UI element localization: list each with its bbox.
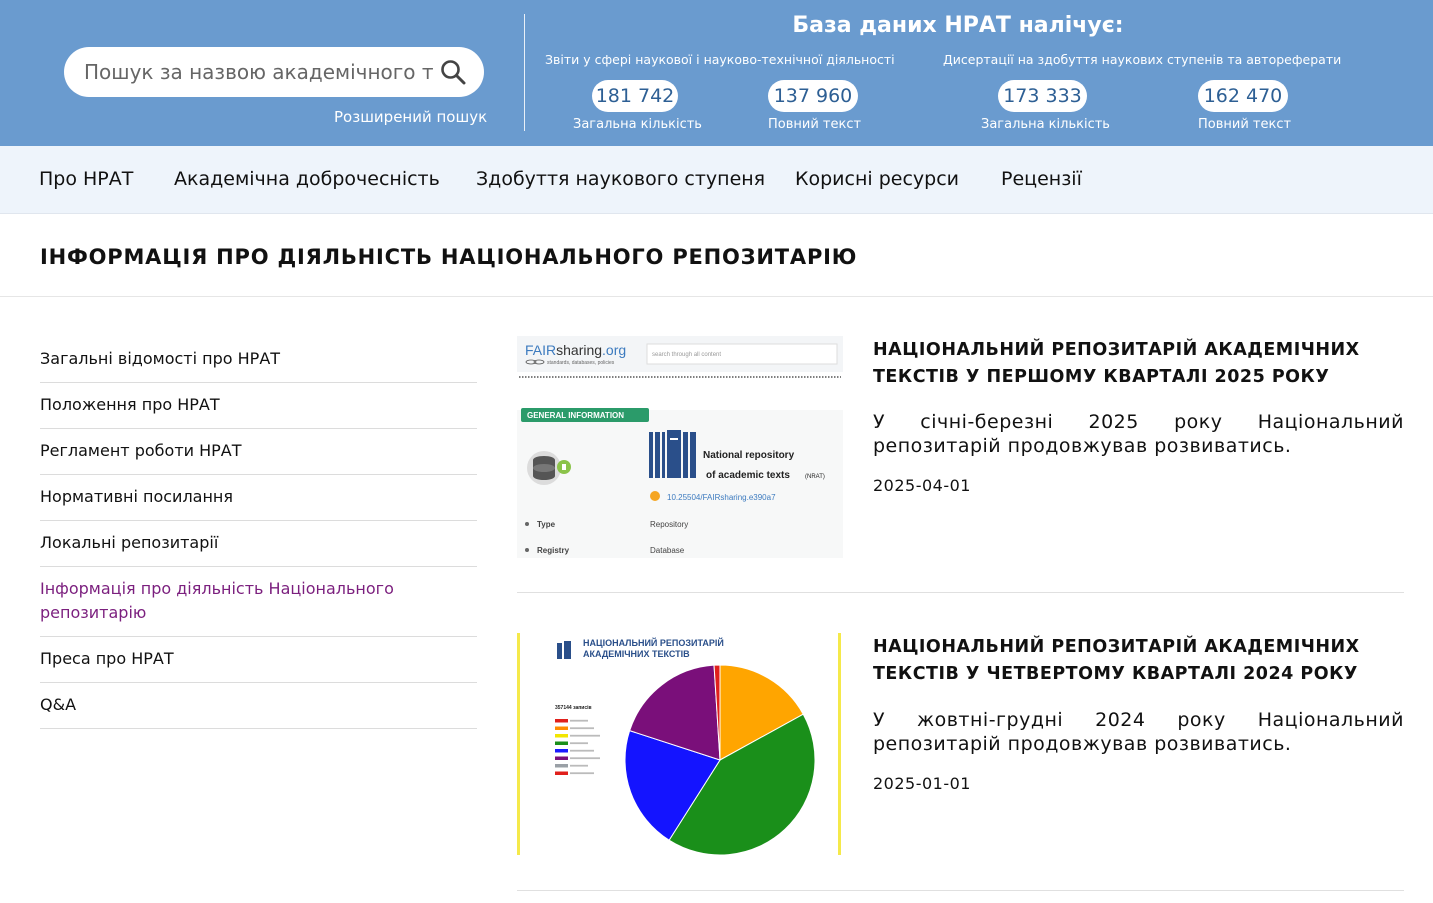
reports-total-caption: Загальна кількість [573,117,702,132]
legend-label-7 [570,772,594,775]
article-2-title[interactable]: НАЦІОНАЛЬНИЙ РЕПОЗИТАРІЙ АКАДЕМІЧНИХ ТЕК… [873,634,1404,688]
article-1-description: У січні-березні 2025 року Національний р… [873,411,1404,457]
legend-swatch-3 [555,741,568,745]
reports-fulltext-caption: Повний текст [768,117,862,132]
reports-total-count[interactable]: 181 742 [592,80,678,112]
legend-swatch-5 [555,756,568,760]
legend-label-5 [570,757,600,760]
fair-search-placeholder: search through all content [652,352,721,358]
title-divider [0,296,1433,297]
legend-label-3 [570,742,588,745]
logo-line2: АКАДЕМІЧНИХ ТЕКСТІВ [583,649,690,659]
sidebar-item-general-info[interactable]: Загальні відомості про НРАТ [40,337,477,383]
search-icon[interactable] [440,59,466,85]
page-title: ІНФОРМАЦІЯ ПРО ДІЯЛЬНІСТЬ НАЦІОНАЛЬНОГО … [40,245,858,269]
repo-abbr: (NRAT) [805,474,825,480]
legend-label-2 [570,734,600,737]
legend-label-4 [570,749,594,752]
legend-label-1 [570,727,594,730]
registry-value: Database [650,546,685,555]
sidebar-item-work-rules[interactable]: Регламент роботи НРАТ [40,429,477,475]
advanced-search-link[interactable]: Розширений пошук [334,108,487,126]
sidebar-item-press[interactable]: Преса про НРАТ [40,637,477,683]
records-pie-chart: НАЦІОНАЛЬНИЙ РЕПОЗИТАРІЙ АКАДЕМІЧНИХ ТЕК… [517,633,843,855]
logo-line1: НАЦІОНАЛЬНИЙ РЕПОЗИТАРІЙ [583,637,724,648]
sidebar-item-qa[interactable]: Q&A [40,683,477,729]
general-info-badge: GENERAL INFORMATION [527,411,624,420]
nav-reviews[interactable]: Рецензії [1001,168,1082,190]
nav-about[interactable]: Про НРАТ [39,168,133,190]
article-2-date: 2025-01-01 [873,774,971,793]
sidebar-item-repository-activity[interactable]: Інформація про діяльність Національного … [40,567,477,637]
sidebar-item-regulations[interactable]: Положення про НРАТ [40,383,477,429]
article-1-date: 2025-04-01 [873,476,971,495]
sidebar-item-local-repositories[interactable]: Локальні репозитарії [40,521,477,567]
sidebar-item-normative-links[interactable]: Нормативні посилання [40,475,477,521]
db-title: База даних НРАТ налічує: [792,13,1124,38]
article-1-image[interactable]: FAIRsharing.org standards, databases, po… [517,336,843,558]
dissertations-group-title: Дисертації на здобуття наукових ступенів… [943,52,1342,67]
legend-total: 357144 записів [555,705,592,711]
legend-label-0 [570,719,588,722]
reports-group-title: Звіти у сфері наукової і науково-технічн… [545,52,895,67]
nav-academic-integrity[interactable]: Академічна доброчесність [174,168,440,190]
sidebar-menu: Загальні відомості про НРАТ Положення пр… [40,337,477,729]
type-value: Repository [650,520,688,529]
main-nav: Про НРАТ Академічна доброчесність Здобут… [0,146,1433,214]
legend-label-6 [570,764,588,767]
nav-degree[interactable]: Здобуття наукового ступеня [476,168,765,190]
dissertations-total-caption: Загальна кількість [981,117,1110,132]
repo-name-line2: of academic texts [706,470,790,481]
fair-tagline: standards, databases, policies [547,360,615,366]
pie-slices [624,664,816,855]
dissertations-fulltext-count[interactable]: 162 470 [1198,80,1288,112]
reports-fulltext-count[interactable]: 137 960 [768,80,858,112]
nav-resources[interactable]: Корисні ресурси [795,168,959,190]
search-box[interactable] [64,47,484,97]
site-header: Розширений пошук База даних НРАТ налічує… [0,0,1433,146]
legend-swatch-4 [555,749,568,753]
legend-swatch-2 [555,734,568,738]
type-label: Type [537,520,556,529]
doi-link: 10.25504/FAIRsharing.e390a7 [667,493,776,502]
article-separator [517,890,1404,891]
dissertations-total-count[interactable]: 173 333 [998,80,1087,112]
dissertations-fulltext-caption: Повний текст [1198,117,1292,132]
legend-swatch-7 [555,771,568,775]
repo-name-line1: National repository [703,450,795,461]
legend-swatch-0 [555,719,568,723]
fairsharing-screenshot: FAIRsharing.org standards, databases, po… [517,336,843,558]
article-1-title[interactable]: НАЦІОНАЛЬНИЙ РЕПОЗИТАРІЙ АКАДЕМІЧНИХ ТЕК… [873,337,1404,391]
article-separator [517,592,1404,593]
nrat-logo-icon [557,641,571,659]
article-2-description: У жовтні-грудні 2024 року Національний р… [873,709,1404,755]
header-divider [524,14,525,131]
legend-swatch-1 [555,726,568,730]
search-input[interactable] [84,57,434,87]
fair-brand: FAIRsharing.org [525,342,626,358]
registry-label: Registry [537,546,570,555]
article-2-image[interactable]: НАЦІОНАЛЬНИЙ РЕПОЗИТАРІЙ АКАДЕМІЧНИХ ТЕК… [517,633,843,855]
legend-swatch-6 [555,764,568,768]
